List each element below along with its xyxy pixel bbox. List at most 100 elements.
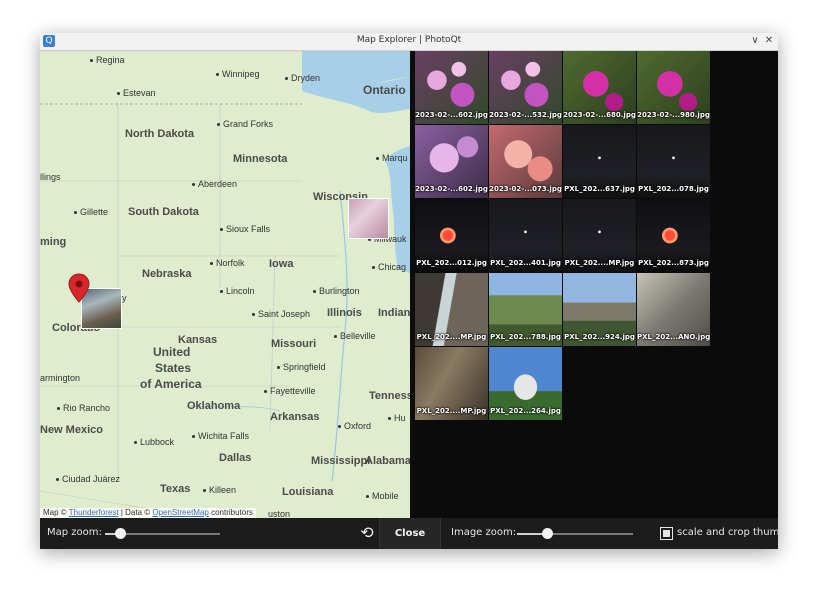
- map-zoom-slider[interactable]: [105, 528, 220, 539]
- map-label-indiana: Indian: [378, 307, 410, 319]
- thumbnail-item[interactable]: 2023-02-...602.jpg: [415, 125, 488, 198]
- thumbnail-filename: 2023-02-...980.jpg: [637, 111, 710, 119]
- thumbnail-item[interactable]: PXL_202...873.jpg: [637, 199, 710, 272]
- map-label-sioux-falls: Sioux Falls: [220, 224, 270, 234]
- attribution-middle: | Data ©: [120, 508, 151, 517]
- map-label-springfield: Springfield: [277, 362, 326, 372]
- map-label-norfolk: Norfolk: [210, 258, 245, 268]
- attribution-prefix: Map ©: [43, 508, 67, 517]
- map-photo-cluster-wisconsin[interactable]: [348, 198, 389, 239]
- thumbnail-item[interactable]: PXL_202...012.jpg: [415, 199, 488, 272]
- thumbnail-item[interactable]: 2023-02-...980.jpg: [637, 51, 710, 124]
- map-label-ontario: Ontario: [363, 83, 406, 97]
- map-label-iowa: Iowa: [269, 258, 294, 270]
- map-label-rio-rancho: Rio Rancho: [57, 403, 110, 413]
- map-label-killeen: Killeen: [203, 485, 236, 495]
- thumbnail-filename: PXL_202...078.jpg: [638, 185, 709, 193]
- thumbnail-item[interactable]: PXL_202....MP.jpg: [415, 347, 488, 420]
- thumbnail-item[interactable]: PXL_202...ANO.jpg: [637, 273, 710, 346]
- map-label-houston: uston: [268, 509, 291, 518]
- thumbnail-item[interactable]: PXL_202....MP.jpg: [563, 199, 636, 272]
- image-zoom-handle[interactable]: [542, 528, 554, 539]
- map-label-saint-joseph: Saint Joseph: [252, 309, 310, 319]
- window-title: Map Explorer | PhotoQt: [356, 35, 462, 45]
- reset-map-icon[interactable]: ⟲: [358, 524, 376, 542]
- map-label-louisiana: Louisiana: [282, 486, 334, 498]
- thumbnail-item[interactable]: 2023-02-...680.jpg: [563, 51, 636, 124]
- thumbnail-filename: PXL_202...873.jpg: [638, 259, 709, 267]
- thumbnail-item[interactable]: 2023-02-...532.jpg: [489, 51, 562, 124]
- thumbnail-item[interactable]: 2023-02-...073.jpg: [489, 125, 562, 198]
- thumbnail-filename: PXL_202....MP.jpg: [416, 333, 487, 341]
- map-label-winnipeg: Winnipeg: [216, 69, 260, 79]
- photoqt-window: Q Map Explorer | PhotoQt ∨ ✕ Regina Winn…: [40, 33, 778, 549]
- map-label-billings: llings: [40, 172, 61, 182]
- thumbnail-item[interactable]: PXL_202...637.jpg: [563, 125, 636, 198]
- map-label-wichita-falls: Wichita Falls: [192, 431, 249, 441]
- image-zoom-slider[interactable]: [517, 528, 633, 539]
- map-label-tennessee: Tenness: [369, 390, 410, 402]
- map-label-texas: Texas: [160, 483, 191, 495]
- thumbnail-filename: PXL_202...012.jpg: [416, 259, 487, 267]
- map-pin-icon[interactable]: [68, 273, 90, 303]
- thumbnail-filename: PXL_202....MP.jpg: [416, 407, 487, 415]
- close-button[interactable]: Close: [379, 518, 441, 549]
- title-bar: Q Map Explorer | PhotoQt ∨ ✕: [40, 33, 778, 51]
- map-label-aberdeen: Aberdeen: [192, 179, 237, 189]
- thumbnail-item[interactable]: PXL_202...401.jpg: [489, 199, 562, 272]
- thumbnail-filename: 2023-02-...532.jpg: [489, 111, 562, 119]
- map-label-arkansas: Arkansas: [270, 411, 320, 423]
- map-label-wyoming: ming: [40, 236, 67, 248]
- map-label-new-mexico: New Mexico: [40, 424, 103, 436]
- map-label-dallas: Dallas: [219, 452, 252, 464]
- checkbox-tick: [663, 530, 670, 537]
- image-zoom-label: Image zoom:: [451, 527, 517, 538]
- map-label-farmington: armington: [40, 373, 81, 383]
- scale-crop-label[interactable]: scale and crop thumbnails: [677, 527, 778, 538]
- thumbnail-item[interactable]: PXL_202...924.jpg: [563, 273, 636, 346]
- map-label-states: States: [155, 361, 192, 375]
- map-label-illinois: Illinois: [327, 307, 362, 319]
- map-attribution: Map © Thunderforest | Data © OpenStreetM…: [40, 508, 256, 518]
- map-label-city-partial: y: [122, 293, 127, 303]
- map-label-mississippi: Mississippi: [311, 455, 371, 467]
- thumbnail-filename: 2023-02-...073.jpg: [489, 185, 562, 193]
- thumbnail-filename: PXL_202...ANO.jpg: [637, 333, 710, 341]
- thumbnail-item[interactable]: PXL_202...788.jpg: [489, 273, 562, 346]
- thumbnail-item[interactable]: PXL_202...264.jpg: [489, 347, 562, 420]
- map-label-belleville: Belleville: [334, 331, 376, 341]
- map-label-estevan: Estevan: [117, 88, 156, 98]
- map-label-lincoln: Lincoln: [220, 286, 255, 296]
- map-label-regina: Regina: [90, 55, 125, 65]
- openstreetmap-link[interactable]: OpenStreetMap: [152, 508, 208, 517]
- minimize-button[interactable]: ∨: [748, 34, 762, 48]
- thumbnail-item[interactable]: 2023-02-...602.jpg: [415, 51, 488, 124]
- scale-crop-checkbox[interactable]: [660, 527, 673, 540]
- close-window-button[interactable]: ✕: [762, 34, 776, 48]
- map-label-dryden: Dryden: [285, 73, 320, 83]
- thumbnail-filename: PXL_202...401.jpg: [490, 259, 561, 267]
- map-label-burlington: Burlington: [313, 286, 360, 296]
- thumbnail-filename: PXL_202...788.jpg: [490, 333, 561, 341]
- map-label-nebraska: Nebraska: [142, 268, 192, 280]
- map-label-lubbock: Lubbock: [134, 437, 174, 447]
- map-label-ciudad-juarez: Ciudad Juárez: [56, 474, 120, 484]
- map-label-minnesota: Minnesota: [233, 153, 288, 165]
- bottom-toolbar: Map zoom: ⟲ Close Image zoom: scale and …: [40, 518, 778, 549]
- thumbnail-filename: PXL_202...264.jpg: [490, 407, 561, 415]
- map-label-oxford: Oxford: [338, 421, 371, 431]
- thumbnail-item[interactable]: PXL_202....MP.jpg: [415, 273, 488, 346]
- map-label-north-dakota: North Dakota: [125, 128, 195, 140]
- thunderforest-link[interactable]: Thunderforest: [69, 508, 119, 517]
- map-label-gillette: Gillette: [74, 207, 108, 217]
- thumbnail-item[interactable]: PXL_202...078.jpg: [637, 125, 710, 198]
- map-label-chicago: Chicag: [372, 262, 406, 272]
- thumbnail-filename: PXL_202...924.jpg: [564, 333, 635, 341]
- map-zoom-handle[interactable]: [114, 528, 126, 539]
- map-label-missouri: Missouri: [271, 338, 317, 350]
- thumbnail-filename: 2023-02-...680.jpg: [563, 111, 636, 119]
- map-label-alabama: Alabama: [365, 455, 410, 467]
- thumbnail-filename: 2023-02-...602.jpg: [415, 111, 488, 119]
- map-label-mobile: Mobile: [366, 491, 399, 501]
- map-view[interactable]: Regina Winnipeg Dryden Estevan Ontario N…: [40, 51, 410, 518]
